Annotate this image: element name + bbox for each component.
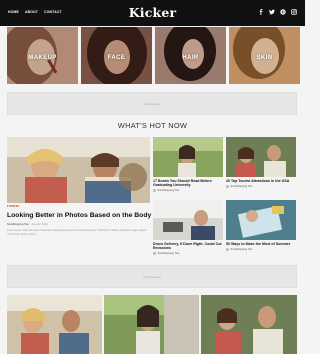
article-author[interactable]: SoraShopping Two: [158, 189, 180, 192]
top-bar: HOME ABOUT CONTACT Kicker: [0, 0, 305, 26]
article-image[interactable]: [153, 137, 223, 177]
category-tile-makeup[interactable]: MAKEUP: [7, 27, 78, 84]
article-meta: SoraShopping Two: [226, 247, 296, 251]
ad-banner-middle[interactable]: Advertisement: [7, 265, 297, 288]
category-tile-face[interactable]: FACE: [81, 27, 152, 84]
article-image[interactable]: [153, 200, 223, 240]
article-author[interactable]: SoraShopping Two: [231, 248, 253, 251]
category-tile-skin[interactable]: SKIN: [229, 27, 300, 84]
article-card[interactable]: Drone Delivery, If Done Right, Could Cut…: [153, 200, 223, 256]
article-meta: SoraShopping Two: [226, 184, 296, 188]
article-author[interactable]: SoraShopping Two: [158, 252, 180, 255]
article-card[interactable]: 50 Ways to Make the Most of Summer SoraS…: [226, 200, 296, 251]
category-label: SKIN: [256, 55, 273, 61]
featured-date: June 22, 2018: [31, 223, 48, 226]
article-image[interactable]: [7, 295, 102, 354]
featured-category[interactable]: FITNESS: [7, 205, 19, 208]
featured-author[interactable]: SoraShopping Two: [7, 223, 29, 226]
article-meta: SoraShopping Two: [153, 252, 223, 256]
article-author[interactable]: SoraShopping Two: [231, 185, 253, 188]
author-avatar: [226, 247, 229, 251]
article-title[interactable]: Drone Delivery, If Done Right, Could Cut…: [153, 242, 223, 251]
facebook-icon[interactable]: [258, 9, 264, 15]
social-links: [258, 9, 297, 15]
featured-excerpt: Lorem ipsum dolor sit amet consectetur a…: [7, 229, 147, 236]
ad-banner-top[interactable]: Advertisement: [7, 92, 297, 115]
bottom-article-row: [7, 295, 297, 354]
instagram-icon[interactable]: [291, 9, 297, 15]
article-meta: SoraShopping Two: [153, 189, 223, 193]
featured-title[interactable]: Looking Better in Photos Based on the Bo…: [7, 212, 169, 219]
author-avatar: [153, 252, 156, 256]
category-tile-hair[interactable]: HAIR: [155, 27, 226, 84]
twitter-icon[interactable]: [269, 9, 275, 15]
section-title: WHAT'S HOT NOW: [117, 121, 188, 130]
article-image[interactable]: [226, 137, 296, 177]
article-title[interactable]: 26 Top Tourist Attractions in the USA: [226, 179, 296, 183]
ad-label: Advertisement: [143, 102, 161, 106]
author-avatar: [226, 184, 229, 188]
article-title[interactable]: 17 Books You Should Read Before Graduati…: [153, 179, 223, 188]
category-label: MAKEUP: [28, 55, 57, 61]
article-card[interactable]: 26 Top Tourist Attractions in the USA So…: [226, 137, 296, 188]
category-label: FACE: [107, 55, 126, 61]
article-title[interactable]: 50 Ways to Make the Most of Summer: [226, 242, 296, 246]
ad-label: Advertisement: [143, 275, 161, 279]
featured-image[interactable]: [7, 137, 150, 203]
pinterest-icon[interactable]: [280, 9, 286, 15]
category-tiles: MAKEUP FACE HAIR SKIN: [7, 27, 300, 84]
featured-meta: SoraShopping Two - June 22, 2018: [7, 223, 48, 226]
author-avatar: [153, 189, 156, 193]
article-image[interactable]: [104, 295, 199, 354]
article-image[interactable]: [226, 200, 296, 240]
article-card[interactable]: 17 Books You Should Read Before Graduati…: [153, 137, 223, 193]
article-image[interactable]: [201, 295, 297, 354]
category-label: HAIR: [182, 55, 199, 61]
